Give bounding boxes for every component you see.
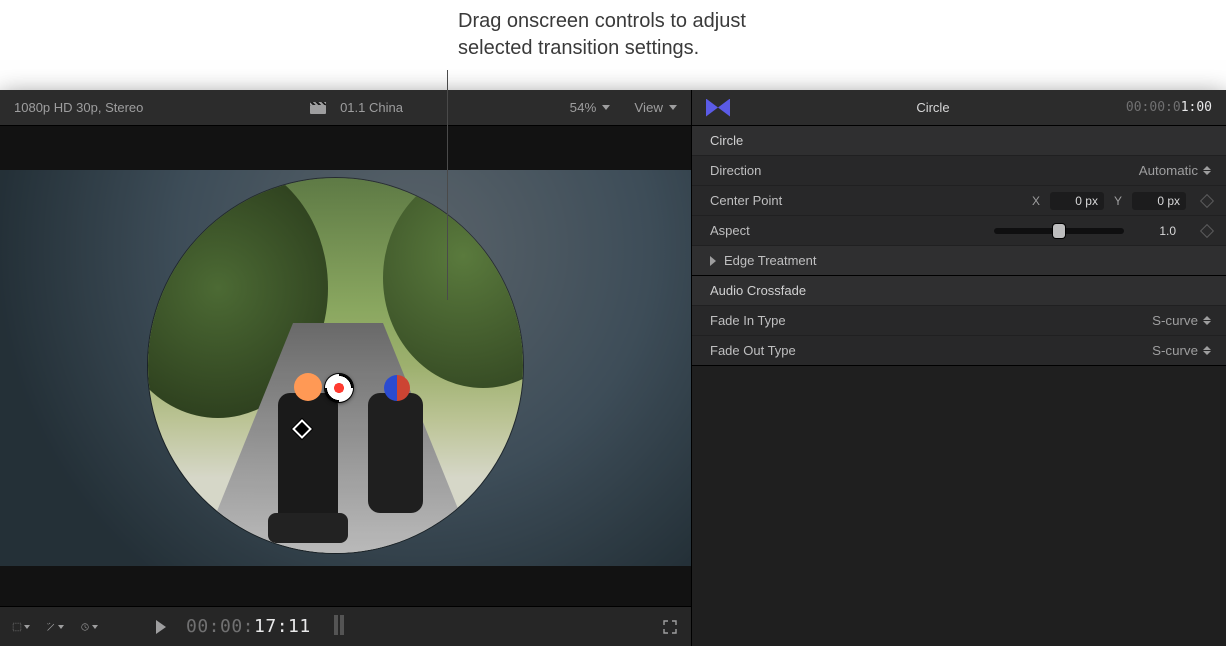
play-button[interactable] [152, 618, 170, 636]
view-menu-label: View [634, 100, 663, 115]
view-menu[interactable]: View [634, 99, 677, 117]
param-direction: Direction Automatic [692, 155, 1226, 185]
disclosure-triangle-icon [710, 256, 716, 266]
param-label: Edge Treatment [724, 253, 1212, 268]
timecode-highlight: 17:11 [254, 616, 311, 637]
stepper-icon [1202, 346, 1212, 355]
param-center-point: Center Point X 0 px Y 0 px [692, 185, 1226, 215]
param-label: Center Point [710, 193, 850, 208]
section-audio-crossfade: Audio Crossfade Fade In Type S-curve Fad… [692, 276, 1226, 366]
onscreen-center-control[interactable] [325, 374, 353, 402]
param-label: Fade In Type [710, 313, 850, 328]
direction-value: Automatic [1139, 163, 1198, 178]
inspector-header: Circle 00:00:01:00 [692, 90, 1226, 126]
inspector-panel: Circle 00:00:01:00 Circle Direction Auto… [692, 90, 1226, 646]
play-icon [156, 620, 166, 634]
fade-out-value: S-curve [1152, 343, 1198, 358]
param-label: Aspect [710, 223, 850, 238]
direction-popup[interactable]: Automatic [1139, 162, 1212, 180]
section-circle: Circle Direction Automatic Center Point … [692, 126, 1226, 276]
color-tool-menu[interactable] [46, 618, 64, 636]
transform-tool-menu[interactable] [12, 618, 30, 636]
section-heading-audio: Audio Crossfade [692, 276, 1226, 305]
fade-in-popup[interactable]: S-curve [1152, 312, 1212, 330]
video-frame [0, 170, 691, 566]
duration-dim: 00:00:0 [1126, 100, 1181, 115]
clapperboard-icon [310, 102, 326, 114]
keyframe-button[interactable] [1200, 193, 1214, 207]
chevron-down-icon [602, 105, 610, 110]
axis-y-label: Y [1114, 194, 1122, 208]
fade-out-popup[interactable]: S-curve [1152, 342, 1212, 360]
annotation-leader-line [447, 70, 448, 300]
aspect-value-field[interactable]: 1.0 [1138, 222, 1182, 240]
aspect-slider[interactable] [994, 228, 1124, 234]
param-fade-out: Fade Out Type S-curve [692, 335, 1226, 365]
inspector-body: Circle Direction Automatic Center Point … [692, 126, 1226, 646]
viewer-toolbar: 00:00:17:11 [0, 606, 691, 646]
retime-tool-menu[interactable] [80, 618, 98, 636]
audio-meter-icon [333, 615, 345, 638]
zoom-menu[interactable]: 54% [570, 99, 611, 117]
viewer-canvas[interactable] [0, 126, 691, 606]
param-label: Direction [710, 163, 850, 178]
zoom-value: 54% [570, 100, 597, 115]
clip-name-label: 01.1 China [340, 100, 403, 115]
param-label: Fade Out Type [710, 343, 850, 358]
inspector-title: Circle [740, 100, 1126, 115]
center-y-field[interactable]: 0 px [1132, 192, 1186, 210]
duration-highlight: 1:00 [1181, 100, 1212, 115]
param-aspect: Aspect 1.0 [692, 215, 1226, 245]
transition-icon [706, 99, 730, 117]
viewer-format-label: 1080p HD 30p, Stereo [14, 100, 143, 115]
chevron-down-icon [92, 625, 98, 629]
chevron-down-icon [24, 625, 30, 629]
param-edge-treatment[interactable]: Edge Treatment [692, 245, 1226, 275]
annotation-callout: Drag onscreen controls to adjust selecte… [0, 0, 1226, 90]
transition-circle-preview [148, 178, 523, 553]
viewer-panel: 1080p HD 30p, Stereo 01.1 China 54% View [0, 90, 692, 646]
axis-x-label: X [1032, 194, 1040, 208]
stepper-icon [1202, 316, 1212, 325]
annotation-text: Drag onscreen controls to adjust selecte… [458, 8, 746, 62]
stepper-icon [1202, 166, 1212, 175]
inspector-duration[interactable]: 00:00:01:00 [1126, 100, 1212, 115]
param-fade-in: Fade In Type S-curve [692, 305, 1226, 335]
viewer-timecode: 00:00:17:11 [186, 616, 311, 637]
section-heading-circle: Circle [692, 126, 1226, 155]
chevron-down-icon [58, 625, 64, 629]
timecode-dim: 00:00: [186, 616, 254, 637]
keyframe-button[interactable] [1200, 223, 1214, 237]
fade-in-value: S-curve [1152, 313, 1198, 328]
chevron-down-icon [669, 105, 677, 110]
center-x-field[interactable]: 0 px [1050, 192, 1104, 210]
fullscreen-button[interactable] [661, 618, 679, 636]
app-window: 1080p HD 30p, Stereo 01.1 China 54% View [0, 90, 1226, 646]
viewer-header: 1080p HD 30p, Stereo 01.1 China 54% View [0, 90, 691, 126]
slider-thumb[interactable] [1053, 224, 1065, 238]
